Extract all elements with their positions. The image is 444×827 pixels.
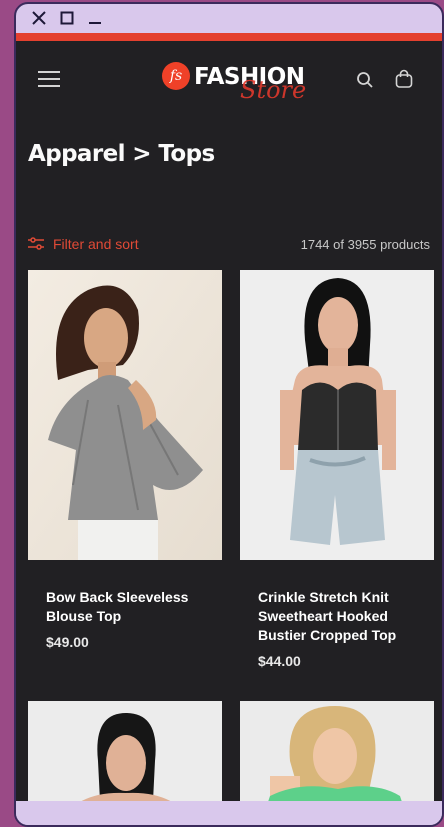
cart-icon[interactable] xyxy=(394,69,414,94)
maximize-icon[interactable] xyxy=(58,9,76,27)
product-price: $44.00 xyxy=(258,653,301,669)
product-price: $49.00 xyxy=(46,634,89,650)
filter-sort-label: Filter and sort xyxy=(53,236,139,252)
product-title[interactable]: Crinkle Stretch Knit Sweetheart Hooked B… xyxy=(258,588,428,645)
filter-icon xyxy=(28,237,44,250)
store-screen: fs FASHION Store Apparel > Tops Filter a… xyxy=(16,41,442,801)
title-bar xyxy=(16,4,442,32)
product-title[interactable]: Bow Back Sleeveless Blouse Top xyxy=(46,588,216,626)
minimize-icon[interactable] xyxy=(86,9,104,27)
product-image[interactable] xyxy=(240,270,434,560)
product-image[interactable] xyxy=(28,701,222,801)
window-bottom-bar xyxy=(16,801,442,825)
product-card[interactable] xyxy=(28,701,222,801)
product-image[interactable] xyxy=(240,701,434,801)
app-window: fs FASHION Store Apparel > Tops Filter a… xyxy=(14,2,444,827)
logo-script: Store xyxy=(240,76,307,104)
product-card[interactable] xyxy=(240,701,434,801)
close-icon[interactable] xyxy=(30,9,48,27)
search-icon[interactable] xyxy=(356,71,374,94)
product-card[interactable]: Crinkle Stretch Knit Sweetheart Hooked B… xyxy=(240,270,434,690)
product-card[interactable]: Bow Back Sleeveless Blouse Top $49.00 xyxy=(28,270,222,670)
store-logo[interactable]: fs FASHION Store xyxy=(162,59,322,104)
accent-strip xyxy=(16,33,442,41)
filter-sort-button[interactable]: Filter and sort xyxy=(28,236,139,252)
logo-mark: fs xyxy=(162,62,190,90)
site-header: fs FASHION Store xyxy=(16,41,442,117)
page-title: Apparel > Tops xyxy=(28,141,215,167)
product-count: 1744 of 3955 products xyxy=(300,237,430,252)
product-image[interactable] xyxy=(28,270,222,560)
menu-icon[interactable] xyxy=(38,71,60,89)
